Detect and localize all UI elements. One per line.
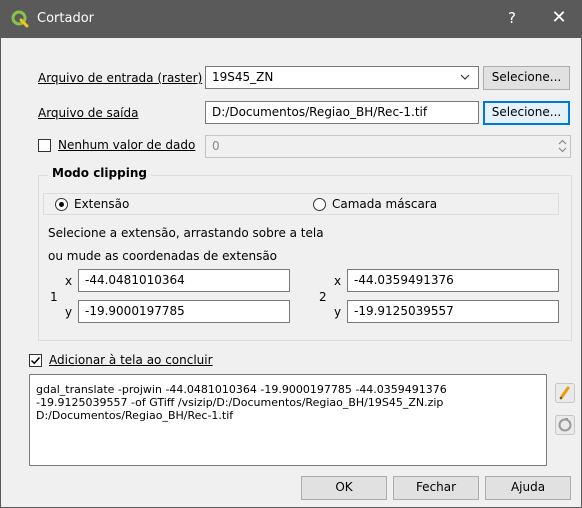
input-file-value: 19S45_ZN [212, 70, 274, 84]
spin-arrows-icon[interactable] [558, 139, 567, 153]
checkmark-icon [30, 356, 41, 365]
point1-x-input[interactable]: -44.0481010364 [78, 269, 290, 292]
pencil-icon[interactable] [555, 383, 575, 403]
extent-hint-1: Selecione a extensão, arrastando sobre a… [48, 226, 324, 240]
help-button[interactable]: Ajuda [485, 476, 571, 500]
close-button[interactable]: Fechar [393, 476, 479, 500]
extent-radio[interactable] [55, 198, 68, 211]
help-title-button[interactable]: ? [497, 9, 527, 31]
extent-radio-label: Extensão [74, 197, 130, 211]
extent-hint-2: ou mude as coordenadas de extensão [48, 249, 278, 263]
mask-layer-radio[interactable] [313, 198, 326, 211]
ok-button[interactable]: OK [301, 476, 387, 500]
chevron-down-icon[interactable] [460, 74, 470, 81]
command-text[interactable]: gdal_translate -projwin -44.0481010364 -… [29, 374, 547, 466]
close-icon[interactable]: ✕ [541, 7, 577, 31]
qgis-logo-icon [11, 10, 29, 28]
input-file-label: Arquivo de entrada (raster) [38, 71, 203, 85]
add-to-canvas-label: Adicionar à tela ao concluir [49, 353, 213, 367]
window-title: Cortador [37, 11, 94, 26]
point1-number: 1 [50, 290, 58, 304]
reset-icon[interactable] [555, 415, 575, 435]
title-bar[interactable]: Cortador ? ✕ [1, 1, 581, 38]
command-line-2: -19.9125039557 -of GTiff /vsizip/D:/Docu… [36, 396, 444, 409]
point2-x-input[interactable]: -44.0359491376 [347, 269, 559, 292]
add-to-canvas-checkbox[interactable] [29, 354, 42, 367]
mask-layer-radio-label: Camada máscara [332, 197, 438, 211]
input-select-button[interactable]: Selecione... [483, 66, 570, 90]
command-line-1: gdal_translate -projwin -44.0481010364 -… [36, 383, 447, 396]
point1-y-label: y [65, 305, 73, 319]
output-file-input[interactable]: D:/Documentos/Regiao_BH/Rec-1.tif [205, 101, 479, 124]
nodata-spinbox[interactable]: 0 [205, 135, 571, 158]
point1-y-input[interactable]: -19.9000197785 [78, 300, 290, 323]
output-file-label: Arquivo de saída [38, 106, 139, 120]
clipping-mode-title: Modo clipping [48, 166, 151, 180]
nodata-checkbox[interactable] [38, 139, 51, 152]
nodata-value: 0 [212, 139, 220, 153]
input-file-combobox[interactable]: 19S45_ZN [205, 66, 479, 89]
point2-y-input[interactable]: -19.9125039557 [347, 300, 559, 323]
point2-number: 2 [319, 290, 327, 304]
output-select-button[interactable]: Selecione... [483, 101, 570, 125]
point1-x-label: x [65, 274, 73, 288]
point2-y-label: y [334, 305, 342, 319]
dialog-window: Cortador ? ✕ Arquivo de entrada (raster)… [0, 0, 582, 508]
nodata-label: Nenhum valor de dado [58, 138, 196, 152]
point2-x-label: x [334, 274, 342, 288]
command-line-3: D:/Documentos/Regiao_BH/Rec-1.tif [36, 409, 234, 422]
